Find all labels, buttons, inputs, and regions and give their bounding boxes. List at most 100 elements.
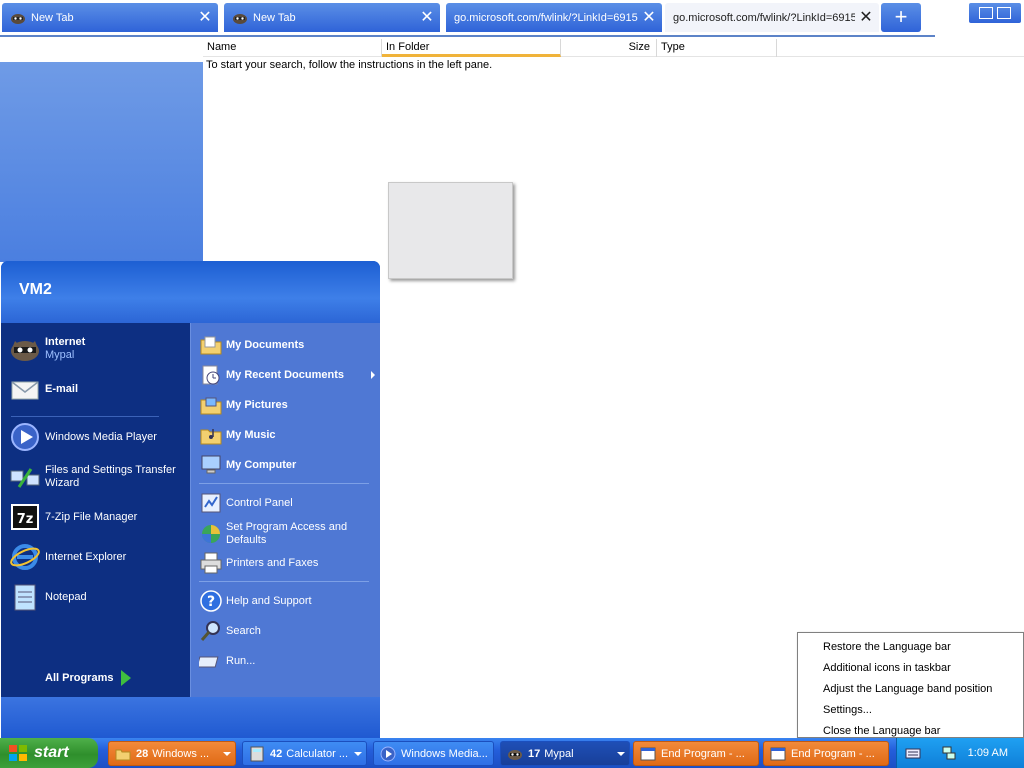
menu-item-settings[interactable]: Settings...	[823, 704, 872, 716]
right-my-pictures[interactable]: My Pictures	[199, 393, 288, 417]
recent-internet-explorer-label: Internet Explorer	[45, 550, 127, 563]
right-help-support[interactable]: ? Help and Support	[199, 589, 312, 613]
mypal-raccoon-icon	[11, 341, 39, 361]
right-item-label: My Computer	[226, 458, 297, 471]
menu-item-restore-language-bar[interactable]: Restore the Language bar	[823, 641, 951, 653]
start-label: start	[34, 744, 69, 761]
group-count: 42	[270, 747, 283, 760]
tab-title: New Tab	[253, 11, 296, 24]
printer-icon	[200, 552, 222, 574]
column-in-folder[interactable]: In Folder	[382, 39, 561, 57]
taskbar-group-mypal[interactable]: 17 Mypal	[500, 741, 630, 766]
right-my-music[interactable]: My Music	[199, 423, 276, 447]
keyboard-icon[interactable]	[905, 745, 921, 761]
right-item-label: My Pictures	[226, 398, 288, 411]
pinned-email-label: E-mail	[45, 382, 79, 395]
taskbar-end-program-1[interactable]: End Program - ...	[633, 741, 759, 766]
pinned-internet[interactable]: Internet Mypal	[9, 333, 85, 365]
recent-7zip[interactable]: 7z 7-Zip File Manager	[9, 501, 137, 533]
right-item-label: My Documents	[226, 338, 305, 351]
network-icon[interactable]	[941, 745, 957, 761]
dropdown-arrow-icon	[354, 752, 362, 756]
folder-pictures-icon	[200, 397, 222, 415]
right-my-recent-documents[interactable]: My Recent Documents	[199, 363, 375, 387]
green-arrow-icon	[121, 670, 132, 686]
mypal-raccoon-icon	[233, 13, 247, 24]
menu-item-additional-icons[interactable]: Additional icons in taskbar	[823, 662, 951, 674]
blank-popup-panel	[388, 182, 513, 279]
submenu-arrow-icon	[371, 371, 375, 379]
right-item-label: Printers and Faxes	[226, 556, 319, 569]
restore-icon[interactable]	[979, 7, 993, 19]
column-type[interactable]: Type	[657, 39, 777, 57]
recent-7zip-label: 7-Zip File Manager	[45, 510, 138, 523]
column-size[interactable]: Size	[561, 39, 657, 57]
task-label: Windows Media...	[401, 747, 488, 760]
right-search[interactable]: Search	[199, 619, 261, 643]
folder-icon	[115, 749, 131, 760]
column-name[interactable]: Name	[203, 39, 382, 57]
taskbar-group-windows-explorer[interactable]: 28 Windows ...	[108, 741, 236, 766]
right-my-documents[interactable]: My Documents	[199, 333, 304, 357]
pinned-email[interactable]: E-mail	[9, 373, 78, 405]
task-label: Mypal	[544, 747, 574, 760]
clock[interactable]: 1:09 AM	[968, 747, 1008, 759]
tab-fwlink-active[interactable]: go.microsoft.com/fwlink/?LinkId=6915 ✕	[665, 3, 879, 32]
all-programs-label: All Programs	[45, 672, 114, 684]
recent-internet-explorer[interactable]: Internet Explorer	[9, 541, 126, 573]
folder-documents-icon	[200, 336, 222, 355]
right-set-program-access[interactable]: Set Program Access and Defaults	[199, 521, 359, 547]
system-tray: 1:09 AM	[896, 738, 1024, 768]
dropdown-arrow-icon	[223, 752, 231, 756]
svg-text:?: ?	[207, 594, 215, 610]
taskbar-group-calculator[interactable]: 42 Calculator ...	[242, 741, 367, 766]
tab-title: New Tab	[31, 11, 74, 24]
tab-fwlink-1[interactable]: go.microsoft.com/fwlink/?LinkId=6915 ✕	[446, 3, 662, 32]
search-left-pane	[0, 62, 203, 262]
window-icon	[770, 747, 786, 760]
close-icon[interactable]: ✕	[198, 9, 212, 25]
notepad-icon	[14, 584, 36, 611]
right-item-label: Search	[226, 624, 261, 637]
right-run[interactable]: Run...	[199, 649, 255, 673]
close-icon[interactable]: ✕	[859, 9, 873, 25]
task-label: End Program - ...	[661, 747, 745, 760]
new-tab-button[interactable]: +	[881, 3, 921, 32]
right-printers-faxes[interactable]: Printers and Faxes	[199, 551, 318, 575]
tab-new-tab-2[interactable]: New Tab ✕	[224, 3, 440, 32]
recent-transfer-wizard[interactable]: Files and Settings Transfer Wizard	[9, 461, 185, 493]
taskbar-end-program-2[interactable]: End Program - ...	[763, 741, 889, 766]
mypal-raccoon-icon	[508, 749, 522, 760]
window-restore-buttons[interactable]	[969, 3, 1021, 23]
menu-item-close-language-bar[interactable]: Close the Language bar	[823, 725, 940, 737]
window-icon	[640, 747, 656, 760]
start-menu-left-column: Internet Mypal E-mail Windows Media Playe…	[1, 323, 190, 716]
pinned-internet-sub: Mypal	[45, 349, 75, 361]
taskbar: start 28 Windows ... 42 Calculator ... W…	[0, 738, 1024, 768]
recent-notepad[interactable]: Notepad	[9, 581, 87, 613]
recent-media-player-label: Windows Media Player	[45, 430, 157, 443]
menu-item-adjust-band-position[interactable]: Adjust the Language band position	[823, 683, 992, 695]
email-envelope-icon	[11, 381, 39, 400]
right-my-computer[interactable]: My Computer	[199, 453, 296, 477]
close-window-icon[interactable]	[997, 7, 1011, 19]
right-item-label: Run...	[226, 654, 256, 667]
all-programs-button[interactable]: All Programs	[45, 670, 132, 686]
right-control-panel[interactable]: Control Panel	[199, 491, 293, 515]
close-icon[interactable]: ✕	[420, 9, 434, 25]
taskbar-windows-media-player[interactable]: Windows Media...	[373, 741, 494, 766]
recent-media-player[interactable]: Windows Media Player	[9, 421, 157, 453]
calculator-icon	[250, 746, 264, 761]
start-menu-right-column: My Documents My Recent Documents My Pict…	[190, 323, 380, 697]
user-name: VM2	[19, 281, 52, 298]
media-player-icon	[380, 746, 396, 761]
tab-title: go.microsoft.com/fwlink/?LinkId=6915	[673, 11, 855, 24]
start-button[interactable]: start	[0, 738, 98, 768]
dropdown-arrow-icon	[617, 752, 625, 756]
close-icon[interactable]: ✕	[642, 9, 656, 25]
browser-tab-strip: New Tab ✕ New Tab ✕ go.microsoft.com/fwl…	[0, 0, 935, 37]
pinned-internet-label: Internet	[45, 336, 86, 348]
run-icon	[199, 656, 219, 668]
right-item-label: My Recent Documents	[226, 368, 344, 381]
tab-new-tab-1[interactable]: New Tab ✕	[2, 3, 218, 32]
